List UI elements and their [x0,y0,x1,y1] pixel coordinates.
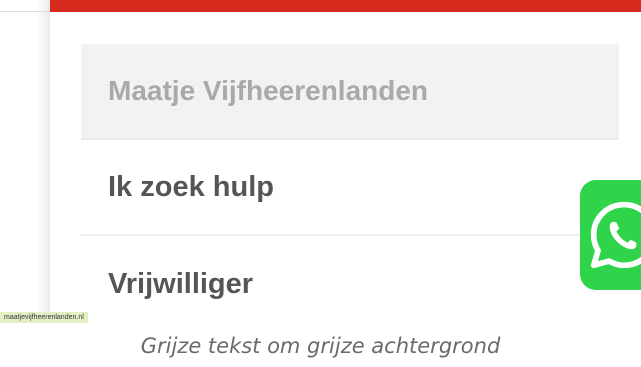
whatsapp-button[interactable] [580,180,641,290]
menu-item-ik-zoek-hulp[interactable]: Ik zoek hulp [81,140,619,236]
page: Maatje Vijfheerenlanden Ik zoek hulp Vri… [0,0,641,367]
screenshot: Maatje Vijfheerenlanden Ik zoek hulp Vri… [0,0,641,320]
menu-item-maatje-vijfheerenlanden[interactable]: Maatje Vijfheerenlanden [81,44,619,140]
menu-item-vrijwilliger[interactable]: Vrijwilliger [81,236,619,320]
left-shadow [0,0,50,320]
whatsapp-icon [590,201,641,269]
menu-item-label: Vrijwilliger [108,267,254,300]
watermark: maatjevijfheerenlanden.nl [0,312,88,323]
top-edge [0,0,50,12]
menu-item-label: Ik zoek hulp [108,170,274,203]
caption: Grijze tekst om grijze achtergrond [140,334,501,358]
side-menu: Maatje Vijfheerenlanden Ik zoek hulp Vri… [81,44,619,320]
top-accent-bar [50,0,641,12]
menu-item-label: Maatje Vijfheerenlanden [108,75,429,106]
